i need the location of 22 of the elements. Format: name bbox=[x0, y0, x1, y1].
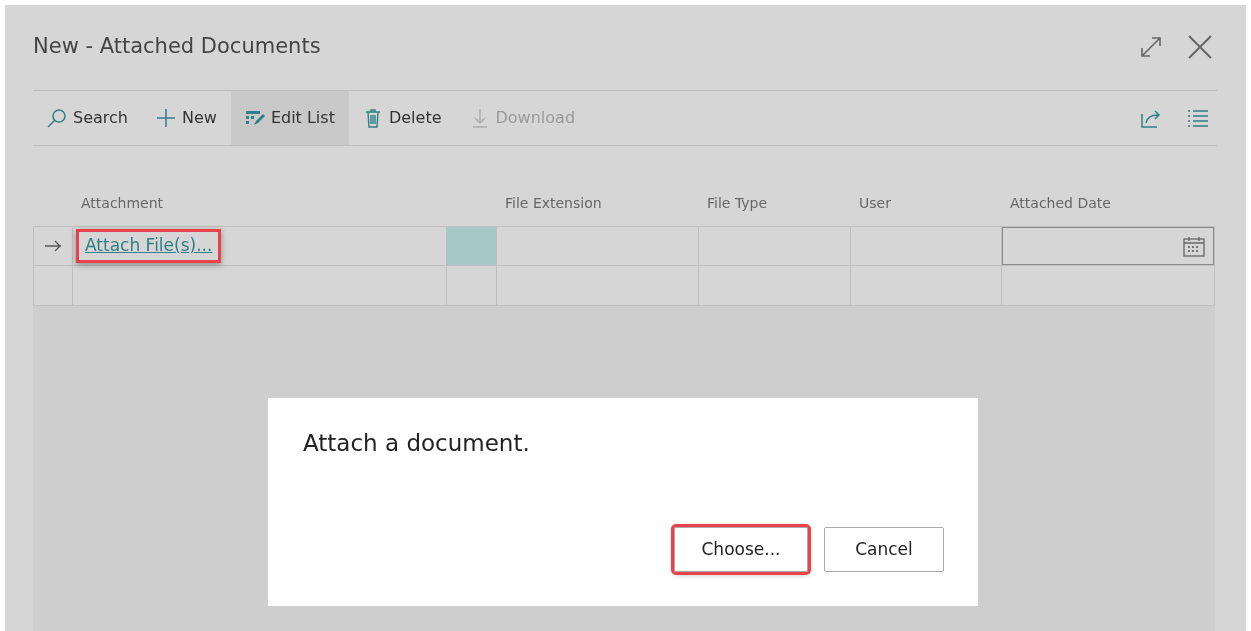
window-title: New - Attached Documents bbox=[33, 33, 321, 60]
dialog-message: Attach a document. bbox=[303, 429, 531, 458]
calendar-icon[interactable] bbox=[1183, 235, 1205, 257]
date-field[interactable] bbox=[1002, 227, 1214, 265]
new-button[interactable]: New bbox=[141, 91, 231, 145]
plus-icon bbox=[155, 108, 176, 128]
column-header: File Type bbox=[706, 194, 769, 213]
column-header: Attachment bbox=[80, 194, 165, 213]
share-icon[interactable] bbox=[1141, 108, 1163, 128]
dialog-button[interactable]: Cancel bbox=[824, 527, 944, 572]
search-icon bbox=[47, 108, 67, 128]
column-header: User bbox=[858, 194, 892, 213]
column-header: File Extension bbox=[504, 194, 603, 213]
close-icon[interactable] bbox=[1187, 34, 1213, 60]
expand-icon[interactable] bbox=[1139, 35, 1163, 59]
dialog-button[interactable]: Choose... bbox=[674, 527, 808, 572]
table-edit-icon bbox=[244, 108, 265, 128]
list-icon[interactable] bbox=[1187, 109, 1209, 127]
search-button[interactable]: Search bbox=[33, 91, 142, 145]
edit-button[interactable]: Edit List bbox=[230, 91, 349, 145]
delete-button[interactable]: Delete bbox=[348, 91, 456, 145]
column-header: Attached Date bbox=[1009, 194, 1112, 213]
